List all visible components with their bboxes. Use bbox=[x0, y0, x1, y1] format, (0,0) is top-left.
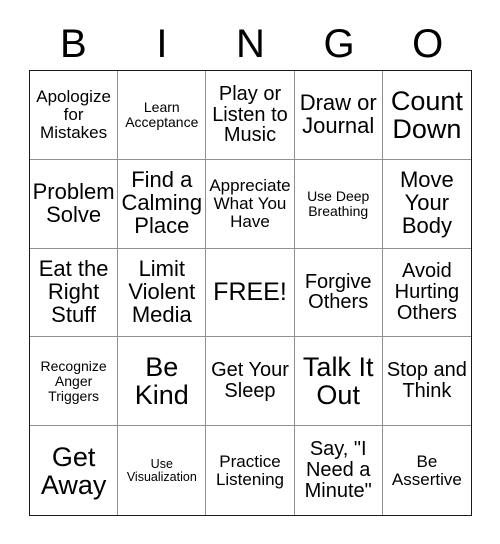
bingo-cell-label: Avoid Hurting Others bbox=[394, 260, 460, 324]
bingo-cell-label: Talk It Out bbox=[302, 352, 374, 411]
bingo-cell[interactable]: Appreciate What You Have bbox=[206, 159, 295, 249]
bingo-cell[interactable]: Get Away bbox=[30, 426, 119, 515]
bingo-cell[interactable]: Stop and Think bbox=[382, 337, 471, 427]
bingo-cell-free-space[interactable]: FREE! bbox=[206, 248, 295, 338]
bingo-cell[interactable]: Problem Solve bbox=[30, 159, 119, 249]
bingo-cell-label: Learn Acceptance bbox=[125, 99, 199, 130]
bingo-header-letter-b: B bbox=[59, 22, 87, 66]
bingo-cell[interactable]: Count Down bbox=[382, 71, 471, 160]
bingo-cell-label: Be Kind bbox=[134, 352, 189, 411]
bingo-cell[interactable]: Talk It Out bbox=[294, 337, 383, 427]
bingo-cell-label: Appreciate What You Have bbox=[209, 176, 291, 231]
bingo-header-row: B I N G O bbox=[29, 18, 472, 70]
bingo-cell-label: Count Down bbox=[390, 85, 463, 144]
bingo-cell-label: Move Your Body bbox=[399, 167, 454, 239]
bingo-cell[interactable]: Learn Acceptance bbox=[118, 71, 207, 160]
bingo-header-letter-o: O bbox=[412, 22, 444, 66]
bingo-cell[interactable]: Use Visualization bbox=[118, 426, 207, 515]
bingo-cell-label: Stop and Think bbox=[386, 359, 467, 403]
bingo-cell-label: Say, "I Need a Minute" bbox=[304, 438, 372, 502]
bingo-cell-label: Eat the Right Stuff bbox=[38, 256, 109, 327]
bingo-header-letter-n: N bbox=[236, 22, 265, 66]
bingo-cell[interactable]: Draw or Journal bbox=[294, 71, 383, 160]
bingo-grid: Apologize for Mistakes Learn Acceptance Pl… bbox=[29, 70, 472, 516]
bingo-cell-label: Play or Listen to Music bbox=[212, 82, 288, 147]
bingo-cell-label: Apologize for Mistakes bbox=[36, 87, 111, 142]
bingo-header-letter-g: G bbox=[323, 22, 355, 66]
bingo-cell-label: Problem Solve bbox=[32, 178, 115, 227]
bingo-cell-label: Get Away bbox=[40, 441, 107, 500]
bingo-cell[interactable]: Be Kind bbox=[118, 337, 207, 427]
bingo-cell-label: Use Visualization bbox=[126, 456, 197, 484]
bingo-cell[interactable]: Practice Listening bbox=[206, 426, 295, 515]
bingo-cell-label: Use Deep Breathing bbox=[307, 188, 370, 219]
bingo-cell[interactable]: Recognize Anger Triggers bbox=[30, 337, 119, 427]
bingo-cell[interactable]: Move Your Body bbox=[382, 159, 471, 249]
bingo-cell[interactable]: Forgive Others bbox=[294, 248, 383, 338]
bingo-cell[interactable]: Find a Calming Place bbox=[118, 159, 207, 249]
bingo-cell-label: Get Your Sleep bbox=[211, 359, 289, 403]
bingo-cell-label: Forgive Others bbox=[304, 270, 372, 314]
bingo-cell[interactable]: Apologize for Mistakes bbox=[30, 71, 119, 160]
bingo-cell-label: FREE! bbox=[213, 278, 287, 307]
bingo-cell[interactable]: Say, "I Need a Minute" bbox=[294, 426, 383, 515]
bingo-cell-label: Find a Calming Place bbox=[121, 167, 203, 239]
bingo-cell[interactable]: Limit Violent Media bbox=[118, 248, 207, 338]
bingo-header-letter-i: I bbox=[156, 22, 168, 66]
bingo-cell-label: Limit Violent Media bbox=[128, 256, 196, 327]
bingo-cell[interactable]: Play or Listen to Music bbox=[206, 71, 295, 160]
bingo-cell[interactable]: Eat the Right Stuff bbox=[30, 248, 119, 338]
bingo-cell-label: Be Assertive bbox=[391, 451, 462, 489]
bingo-cell-label: Draw or Journal bbox=[299, 90, 377, 138]
bingo-card: B I N G O Apologize for Mistakes Learn Ac… bbox=[0, 0, 500, 544]
bingo-cell[interactable]: Get Your Sleep bbox=[206, 337, 295, 427]
bingo-cell[interactable]: Use Deep Breathing bbox=[294, 159, 383, 249]
bingo-cell[interactable]: Avoid Hurting Others bbox=[382, 248, 471, 338]
bingo-cell[interactable]: Be Assertive bbox=[382, 426, 471, 515]
bingo-cell-label: Practice Listening bbox=[215, 451, 285, 489]
bingo-cell-label: Recognize Anger Triggers bbox=[40, 358, 107, 404]
